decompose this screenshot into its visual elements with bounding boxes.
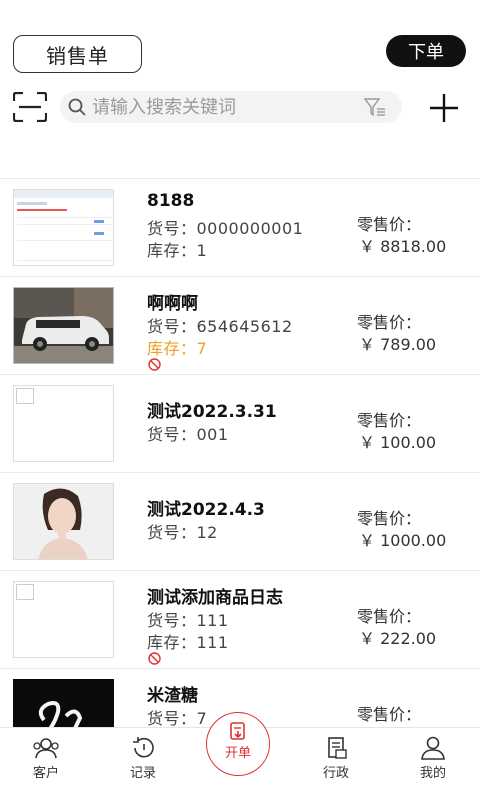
open-order-button[interactable]: 开单 [206, 712, 270, 776]
price-label: 零售价： [357, 313, 422, 332]
bottom-tab-bar: 客户 记录 开单 行政 我的 [0, 712, 480, 800]
search-icon [68, 98, 86, 116]
product-sku: 货号：654645612 [147, 317, 293, 336]
add-icon[interactable] [428, 92, 460, 124]
product-row[interactable]: 测试2022.4.3 货号：12 零售价： ￥ 1000.00 [0, 473, 480, 571]
search-input[interactable] [92, 94, 352, 120]
product-name: 测试添加商品日志 [147, 588, 283, 608]
filter-icon[interactable] [364, 98, 386, 118]
top-bar: 销售单 下单 [0, 0, 480, 84]
product-sku: 货号：111 [147, 611, 229, 630]
price-value: ￥ 8818.00 [359, 237, 447, 256]
image-placeholder-icon [16, 584, 34, 600]
scan-icon[interactable] [13, 92, 47, 122]
open-order-label: 开单 [224, 746, 251, 761]
product-name: 啊啊啊 [147, 294, 198, 314]
customers-icon [33, 738, 59, 759]
product-stock: 库存：1 [147, 241, 208, 260]
disabled-icon [148, 652, 161, 665]
tab-mine[interactable]: 我的 [401, 736, 465, 781]
price-label: 零售价： [357, 705, 422, 724]
place-order-button[interactable]: 下单 [386, 35, 466, 67]
price-value: ￥ 100.00 [359, 433, 437, 452]
image-placeholder-icon [16, 388, 34, 404]
search-box[interactable] [60, 91, 402, 123]
search-row [0, 90, 480, 126]
product-thumbnail [13, 581, 114, 658]
product-thumbnail [13, 483, 114, 560]
product-stock: 库存：7 [147, 339, 208, 358]
product-row[interactable]: 测试添加商品日志 货号：111 库存：111 零售价： ￥ 222.00 [0, 571, 480, 669]
tab-customers-label: 客户 [32, 766, 59, 781]
product-name: 测试2022.3.31 [147, 402, 277, 422]
product-row[interactable]: 测试2022.3.31 货号：001 零售价： ￥ 100.00 [0, 375, 480, 473]
page-title-button[interactable]: 销售单 [13, 35, 142, 73]
product-thumbnail [13, 287, 114, 364]
tab-admin[interactable]: 行政 [304, 736, 368, 781]
profile-icon [421, 736, 445, 760]
product-thumbnail [13, 679, 114, 727]
price-label: 零售价： [357, 215, 422, 234]
product-row[interactable]: 8188 货号：0000000001 库存：1 零售价： ￥ 8818.00 [0, 179, 480, 277]
price-value: ￥ 222.00 [359, 629, 437, 648]
price-label: 零售价： [357, 607, 422, 626]
tab-customers[interactable]: 客户 [14, 736, 78, 781]
tab-mine-label: 我的 [419, 766, 446, 781]
disabled-icon [148, 358, 161, 371]
product-sku: 货号：0000000001 [147, 219, 304, 238]
open-order-icon [230, 722, 245, 740]
product-stock: 库存：111 [147, 633, 229, 652]
price-label: 零售价： [357, 509, 422, 528]
admin-icon [328, 737, 347, 759]
product-name: 8188 [147, 191, 195, 211]
product-name: 测试2022.4.3 [147, 500, 265, 520]
price-value: ￥ 789.00 [359, 335, 437, 354]
price-label: 零售价： [357, 411, 422, 430]
records-icon [133, 737, 154, 758]
product-name: 米渣糖 [147, 686, 198, 706]
product-sku: 货号：001 [147, 425, 229, 444]
tab-admin-label: 行政 [322, 766, 349, 781]
product-thumbnail [13, 189, 114, 266]
tab-records[interactable]: 记录 [111, 736, 175, 781]
price-value: ￥ 1000.00 [359, 531, 447, 550]
product-sku: 货号：12 [147, 523, 218, 542]
product-thumbnail [13, 385, 114, 462]
product-sku: 货号：7 [147, 709, 208, 727]
tab-records-label: 记录 [129, 766, 156, 781]
product-list: 8188 货号：0000000001 库存：1 零售价： ￥ 8818.00 啊… [0, 179, 480, 727]
product-row[interactable]: 啊啊啊 货号：654645612 库存：7 零售价： ￥ 789.00 [0, 277, 480, 375]
